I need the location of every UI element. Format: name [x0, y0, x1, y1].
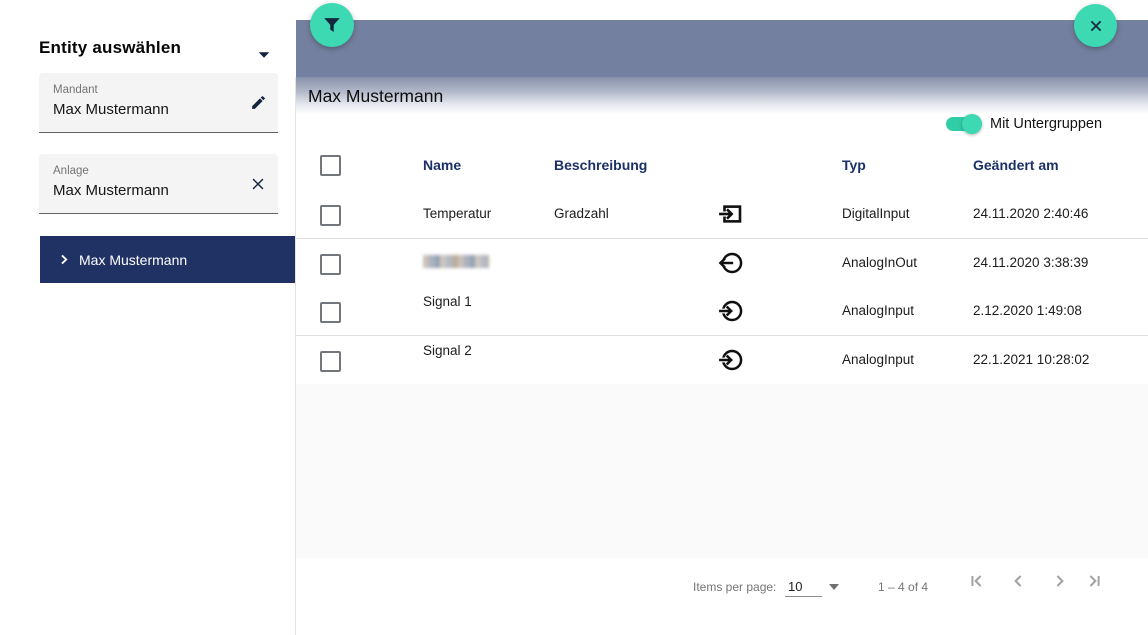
cell-name: Signal 1: [423, 294, 472, 309]
entity-select-dropdown[interactable]: Entity auswählen: [39, 38, 279, 60]
select-all-checkbox[interactable]: [320, 155, 341, 176]
page-size-underline: [785, 596, 822, 597]
row-checkbox[interactable]: [320, 302, 341, 323]
entity-sidebar: Entity auswählen Mandant Max Mustermann …: [0, 0, 295, 635]
page-size-select[interactable]: 10: [788, 579, 802, 594]
sidebar-item-max-mustermann[interactable]: Max Mustermann: [40, 236, 295, 283]
signals-panel: Max Mustermann Mit Untergruppen Name Bes…: [296, 0, 1148, 635]
cell-name: [423, 255, 489, 271]
anlage-value: Max Mustermann: [53, 182, 169, 199]
cell-geaendert-am: 24.11.2020 3:38:39: [973, 255, 1088, 270]
page-size-caret-icon[interactable]: [829, 584, 839, 590]
subgroups-toggle[interactable]: [946, 114, 982, 134]
cell-geaendert-am: 24.11.2020 2:40:46: [973, 206, 1088, 221]
row-checkbox[interactable]: [320, 254, 341, 275]
table-header: Name Beschreibung Typ Geändert am: [296, 143, 1148, 190]
next-page-icon[interactable]: [1048, 569, 1072, 593]
cell-beschreibung: Gradzahl: [554, 206, 609, 221]
analog-input-icon: [718, 347, 744, 373]
analog-inout-icon: [718, 250, 744, 276]
filter-funnel-icon: [321, 14, 343, 36]
chevron-right-icon[interactable]: [57, 252, 71, 267]
sidebar-item-label: Max Mustermann: [79, 252, 187, 268]
clear-x-icon[interactable]: [249, 175, 267, 193]
table-row[interactable]: AnalogInOut 24.11.2020 3:38:39: [296, 239, 1148, 288]
first-page-icon[interactable]: [964, 569, 988, 593]
column-header-beschreibung: Beschreibung: [554, 157, 647, 173]
page-title: Max Mustermann: [308, 86, 443, 107]
anlage-field[interactable]: Anlage Max Mustermann: [39, 154, 278, 214]
analog-input-icon: [718, 298, 744, 324]
column-header-geaendert-am: Geändert am: [973, 157, 1059, 173]
column-header-name: Name: [423, 157, 461, 173]
mandant-field[interactable]: Mandant Max Mustermann: [39, 73, 278, 133]
table-empty-area: [296, 384, 1148, 558]
table-row[interactable]: Signal 2 AnalogInput 22.1.2021 10:28:02: [296, 336, 1148, 385]
mandant-value: Max Mustermann: [53, 101, 169, 118]
column-header-typ: Typ: [842, 157, 866, 173]
row-checkbox[interactable]: [320, 205, 341, 226]
page-range-label: 1 – 4 of 4: [878, 580, 928, 594]
filter-button[interactable]: [310, 3, 354, 47]
entity-select-title: Entity auswählen: [39, 38, 181, 57]
screen: Entity auswählen Mandant Max Mustermann …: [0, 0, 1148, 635]
edit-pencil-icon[interactable]: [250, 94, 267, 111]
redacted-name: [423, 255, 489, 268]
subgroups-toggle-label: Mit Untergruppen: [990, 116, 1102, 132]
paginator: Items per page: 10 1 – 4 of 4: [296, 558, 1148, 635]
cell-typ: DigitalInput: [842, 206, 910, 221]
anlage-label: Anlage: [53, 165, 89, 177]
cell-geaendert-am: 2.12.2020 1:49:08: [973, 303, 1082, 318]
caret-down-icon: [258, 46, 270, 64]
toggle-thumb: [962, 114, 982, 134]
cell-geaendert-am: 22.1.2021 10:28:02: [973, 352, 1089, 367]
cell-typ: AnalogInput: [842, 303, 914, 318]
panel-toolbar: [296, 20, 1148, 77]
digital-input-icon: [718, 201, 744, 227]
cell-typ: AnalogInOut: [842, 255, 917, 270]
close-button[interactable]: [1074, 4, 1117, 47]
cell-typ: AnalogInput: [842, 352, 914, 367]
previous-page-icon[interactable]: [1006, 569, 1030, 593]
close-x-icon: [1086, 16, 1106, 36]
table-row[interactable]: Temperatur Gradzahl DigitalInput 24.11.2020…: [296, 190, 1148, 239]
mandant-label: Mandant: [53, 84, 98, 96]
last-page-icon[interactable]: [1083, 569, 1107, 593]
table-row[interactable]: Signal 1 AnalogInput 2.12.2020 1:49:08: [296, 287, 1148, 336]
items-per-page-label: Items per page:: [693, 580, 776, 594]
row-checkbox[interactable]: [320, 351, 341, 372]
cell-name: Signal 2: [423, 343, 472, 358]
cell-name: Temperatur: [423, 206, 491, 221]
